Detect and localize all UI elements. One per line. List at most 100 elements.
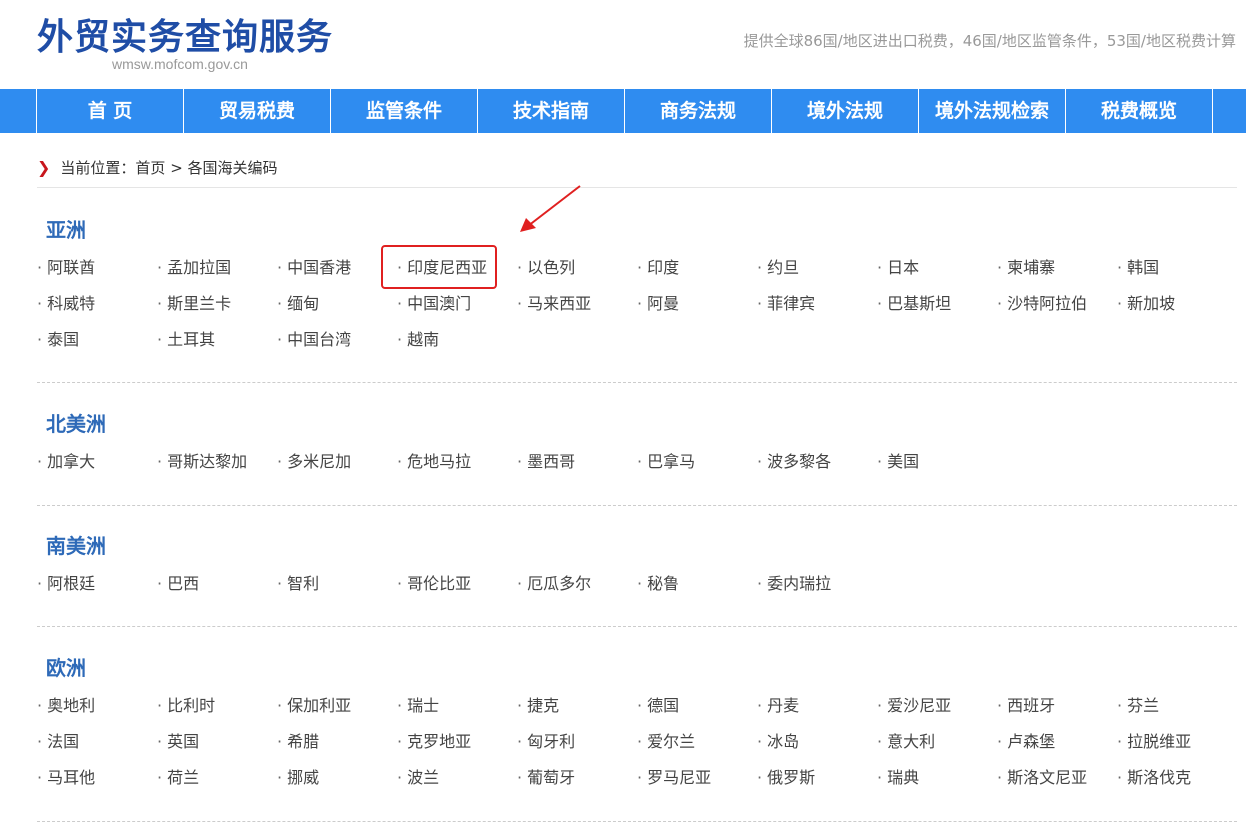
country-link[interactable]: · 拉脱维亚 <box>1117 732 1237 768</box>
country-label: 挪威 <box>287 768 320 787</box>
country-link[interactable]: · 卢森堡 <box>997 732 1117 768</box>
country-link[interactable]: · 以色列 <box>517 258 637 294</box>
country-link[interactable]: · 阿曼 <box>637 294 757 330</box>
country-link[interactable]: · 墨西哥 <box>517 452 637 488</box>
country-link[interactable]: · 哥斯达黎加 <box>157 452 277 488</box>
country-link[interactable]: · 日本 <box>877 258 997 294</box>
country-label: 罗马尼亚 <box>647 768 712 787</box>
country-link[interactable]: · 波兰 <box>397 768 517 804</box>
country-link[interactable]: · 印度 <box>637 258 757 294</box>
country-label: 阿曼 <box>647 294 680 313</box>
country-link[interactable]: · 越南 <box>397 330 517 366</box>
country-link[interactable]: · 匈牙利 <box>517 732 637 768</box>
country-link[interactable]: · 法国 <box>37 732 157 768</box>
country-link[interactable]: · 瑞士 <box>397 696 517 732</box>
country-link[interactable]: · 阿根廷 <box>37 574 157 610</box>
country-list: · 奥地利 · 比利时 · 保加利亚 · 瑞士 · 捷克 · 德国 · 丹麦 · 爱沙尼亚 · 西班牙 · 芬兰 · 法国… <box>37 696 1237 804</box>
country-link[interactable]: · 委内瑞拉 <box>757 574 877 610</box>
bullet-dot: · <box>517 574 523 593</box>
country-link[interactable]: · 斯洛伐克 <box>1117 768 1237 804</box>
nav-trade-tax[interactable]: 贸易税费 <box>184 89 331 133</box>
country-link[interactable]: · 危地马拉 <box>397 452 517 488</box>
bullet-dot: · <box>397 696 403 715</box>
country-link[interactable]: · 秘鲁 <box>637 574 757 610</box>
country-link[interactable]: · 中国台湾 <box>277 330 397 366</box>
country-link[interactable]: · 阿联酋 <box>37 258 157 294</box>
bullet-dot: · <box>517 258 523 277</box>
country-link[interactable]: · 哥伦比亚 <box>397 574 517 610</box>
country-label: 科威特 <box>47 294 96 313</box>
nav-foreign-law-search[interactable]: 境外法规检索 <box>919 89 1066 133</box>
country-link[interactable]: · 马耳他 <box>37 768 157 804</box>
country-link[interactable]: · 厄瓜多尔 <box>517 574 637 610</box>
country-link[interactable]: · 美国 <box>877 452 997 488</box>
country-link[interactable]: · 希腊 <box>277 732 397 768</box>
country-link[interactable]: · 波多黎各 <box>757 452 877 488</box>
country-link[interactable]: · 罗马尼亚 <box>637 768 757 804</box>
country-link[interactable]: · 智利 <box>277 574 397 610</box>
country-link[interactable]: · 孟加拉国 <box>157 258 277 294</box>
country-link[interactable]: · 巴拿马 <box>637 452 757 488</box>
country-link[interactable]: · 瑞典 <box>877 768 997 804</box>
site-title[interactable]: 外贸实务查询服务 <box>37 8 333 60</box>
country-link[interactable]: · 奥地利 <box>37 696 157 732</box>
country-link[interactable]: · 沙特阿拉伯 <box>997 294 1117 330</box>
country-link[interactable]: · 爱尔兰 <box>637 732 757 768</box>
country-link[interactable]: · 科威特 <box>37 294 157 330</box>
country-link[interactable]: · 冰岛 <box>757 732 877 768</box>
country-link[interactable]: · 柬埔寨 <box>997 258 1117 294</box>
country-label: 以色列 <box>527 258 576 277</box>
country-link[interactable]: · 葡萄牙 <box>517 768 637 804</box>
country-link[interactable]: · 巴西 <box>157 574 277 610</box>
bullet-dot: · <box>157 768 163 787</box>
country-link[interactable]: · 意大利 <box>877 732 997 768</box>
nav-technical-guide[interactable]: 技术指南 <box>478 89 625 133</box>
country-link[interactable]: · 挪威 <box>277 768 397 804</box>
bullet-dot: · <box>37 696 43 715</box>
nav-home[interactable]: 首 页 <box>37 89 184 133</box>
country-label: 柬埔寨 <box>1007 258 1056 277</box>
country-link[interactable]: · 泰国 <box>37 330 157 366</box>
country-label: 中国香港 <box>287 258 352 277</box>
country-link[interactable]: · 中国香港 <box>277 258 397 294</box>
country-link[interactable]: · 多米尼加 <box>277 452 397 488</box>
country-link[interactable]: · 德国 <box>637 696 757 732</box>
nav-foreign-law[interactable]: 境外法规 <box>772 89 919 133</box>
bullet-dot: · <box>877 294 883 313</box>
country-link[interactable]: · 爱沙尼亚 <box>877 696 997 732</box>
nav-regulatory-conditions[interactable]: 监管条件 <box>331 89 478 133</box>
country-label: 中国澳门 <box>407 294 472 313</box>
country-link[interactable]: · 俄罗斯 <box>757 768 877 804</box>
nav-tax-overview[interactable]: 税费概览 <box>1066 89 1213 133</box>
country-list: · 阿联酋 · 孟加拉国 · 中国香港 · 印度尼西亚 · 以色列 · 印度 · 约旦 · 日本 · 柬埔寨 · 韩国… <box>37 258 1237 366</box>
country-link[interactable]: · 菲律宾 <box>757 294 877 330</box>
country-link[interactable]: · 荷兰 <box>157 768 277 804</box>
country-link[interactable]: · 比利时 <box>157 696 277 732</box>
nav-commerce-law[interactable]: 商务法规 <box>625 89 772 133</box>
bullet-dot: · <box>637 574 643 593</box>
country-link[interactable]: · 西班牙 <box>997 696 1117 732</box>
country-link[interactable]: · 中国澳门 <box>397 294 517 330</box>
bullet-dot: · <box>757 574 763 593</box>
country-link[interactable]: · 芬兰 <box>1117 696 1237 732</box>
country-link[interactable]: · 缅甸 <box>277 294 397 330</box>
breadcrumb-home[interactable]: 首页 <box>135 157 165 178</box>
country-link[interactable]: · 斯里兰卡 <box>157 294 277 330</box>
breadcrumb-separator: > <box>165 158 188 177</box>
country-label: 英国 <box>167 732 200 751</box>
country-link[interactable]: · 加拿大 <box>37 452 157 488</box>
bullet-dot: · <box>637 452 643 471</box>
country-link[interactable]: · 马来西亚 <box>517 294 637 330</box>
country-link[interactable]: · 克罗地亚 <box>397 732 517 768</box>
country-link[interactable]: · 约旦 <box>757 258 877 294</box>
country-link[interactable]: · 斯洛文尼亚 <box>997 768 1117 804</box>
country-link[interactable]: · 捷克 <box>517 696 637 732</box>
country-link[interactable]: · 丹麦 <box>757 696 877 732</box>
country-link[interactable]: · 新加坡 <box>1117 294 1237 330</box>
country-link[interactable]: · 韩国 <box>1117 258 1237 294</box>
country-link[interactable]: · 巴基斯坦 <box>877 294 997 330</box>
country-link[interactable]: · 英国 <box>157 732 277 768</box>
country-link[interactable]: · 保加利亚 <box>277 696 397 732</box>
country-link[interactable]: · 土耳其 <box>157 330 277 366</box>
bullet-dot: · <box>37 768 43 787</box>
